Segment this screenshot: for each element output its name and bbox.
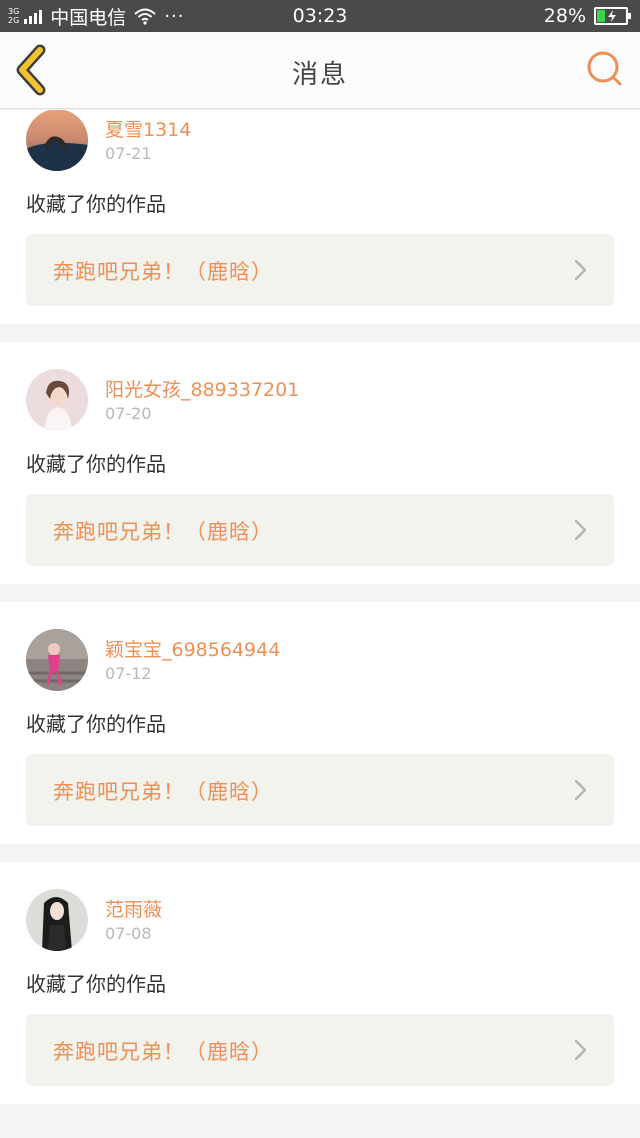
- username[interactable]: 范雨薇: [105, 895, 162, 922]
- avatar[interactable]: [26, 629, 88, 691]
- work-link[interactable]: 奔跑吧兄弟！（鹿晗）: [26, 494, 614, 566]
- work-link[interactable]: 奔跑吧兄弟！（鹿晗）: [26, 754, 614, 826]
- work-link[interactable]: 奔跑吧兄弟！（鹿晗）: [26, 1014, 614, 1086]
- username[interactable]: 颖宝宝_698564944: [105, 635, 280, 662]
- message-card: 阳光女孩_889337201 07-20 收藏了你的作品 奔跑吧兄弟！（鹿晗）: [0, 342, 640, 584]
- search-button[interactable]: [584, 48, 626, 90]
- work-title: 奔跑吧兄弟！（鹿晗）: [53, 780, 273, 804]
- message-date: 07-12: [105, 664, 152, 683]
- message-date: 07-08: [105, 924, 152, 943]
- work-link[interactable]: 奔跑吧兄弟！（鹿晗）: [26, 234, 614, 306]
- message-card: 颖宝宝_698564944 07-12 收藏了你的作品 奔跑吧兄弟！（鹿晗）: [0, 602, 640, 844]
- avatar[interactable]: [26, 889, 88, 951]
- status-bar: 3G 2G 中国电信 ··· 03:23 28%: [0, 0, 640, 32]
- action-text: 收藏了你的作品: [26, 712, 166, 736]
- page-title: 消息: [291, 60, 348, 90]
- action-text: 收藏了你的作品: [26, 452, 166, 476]
- message-card: 范雨薇 07-08 收藏了你的作品 奔跑吧兄弟！（鹿晗）: [0, 862, 640, 1104]
- username[interactable]: 阳光女孩_889337201: [105, 375, 299, 402]
- message-date: 07-20: [105, 404, 152, 423]
- work-title: 奔跑吧兄弟！（鹿晗）: [53, 1040, 273, 1064]
- action-text: 收藏了你的作品: [26, 192, 166, 216]
- chevron-right-icon: [574, 779, 587, 801]
- username[interactable]: 夏雪1314: [105, 115, 191, 142]
- avatar[interactable]: [26, 110, 88, 171]
- battery-icon: [594, 7, 631, 25]
- work-title: 奔跑吧兄弟！（鹿晗）: [53, 260, 273, 284]
- action-text: 收藏了你的作品: [26, 972, 166, 996]
- chevron-right-icon: [574, 259, 587, 281]
- work-title: 奔跑吧兄弟！（鹿晗）: [53, 520, 273, 544]
- app-header: 消息: [0, 32, 640, 109]
- search-icon: [587, 51, 622, 86]
- chevron-right-icon: [574, 1039, 587, 1061]
- message-date: 07-21: [105, 144, 152, 163]
- chevron-right-icon: [574, 519, 587, 541]
- message-list-viewport[interactable]: 夏雪1314 07-21 收藏了你的作品 奔跑吧兄弟！（鹿晗） 阳光女孩_889…: [0, 110, 640, 1138]
- avatar[interactable]: [26, 369, 88, 431]
- message-card: 夏雪1314 07-21 收藏了你的作品 奔跑吧兄弟！（鹿晗）: [0, 110, 640, 324]
- status-bar-right: 28%: [543, 0, 631, 32]
- battery-percent: 28%: [543, 5, 586, 27]
